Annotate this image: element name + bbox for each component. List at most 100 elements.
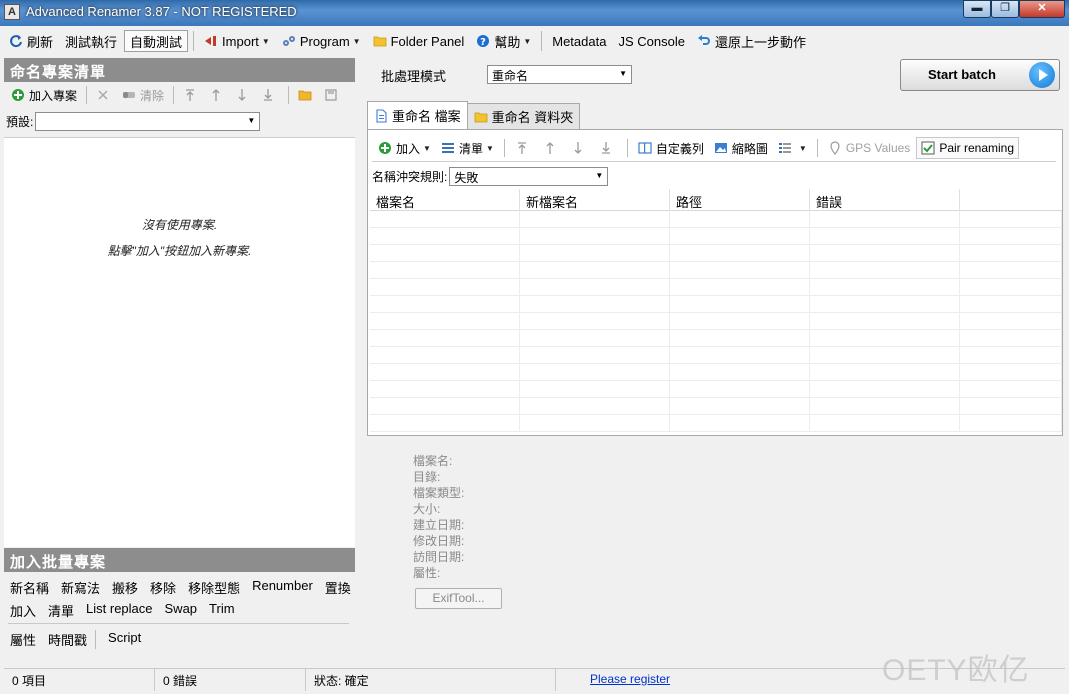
grid-header: 檔案名 新檔案名 路徑 錯誤: [370, 189, 1062, 211]
column-filename[interactable]: 檔案名: [370, 189, 520, 211]
method-renumber[interactable]: Renumber: [252, 578, 313, 597]
close-button[interactable]: ✕: [1019, 0, 1065, 18]
table-cell: [810, 330, 960, 346]
method-add[interactable]: 加入: [10, 601, 36, 620]
move-bottom-button[interactable]: [258, 88, 282, 102]
file-move-up-button[interactable]: [539, 137, 565, 159]
refresh-icon: [10, 35, 22, 48]
method-replace[interactable]: 置換: [325, 578, 351, 597]
move-down-button[interactable]: [232, 88, 256, 102]
toolbar-divider: [86, 86, 88, 104]
register-link[interactable]: Please register: [590, 672, 670, 686]
prop-filetype: 檔案類型:: [413, 486, 465, 500]
exiftool-button[interactable]: ExifTool...: [415, 588, 502, 609]
view-options-menu[interactable]: ▼: [774, 137, 811, 159]
file-grid[interactable]: 檔案名 新檔案名 路徑 錯誤: [370, 189, 1062, 435]
empty-message-line2: 點擊"加入"按鈕加入新專案.: [107, 244, 252, 258]
column-path[interactable]: 路徑: [670, 189, 810, 211]
method-swap[interactable]: Swap: [165, 601, 198, 620]
column-error[interactable]: 錯誤: [810, 189, 960, 211]
method-row-1: 新名稱 新寫法 搬移 移除 移除型態 Renumber 置換: [10, 578, 351, 597]
list-icon: [441, 143, 454, 153]
table-row: [370, 398, 1062, 415]
table-cell: [520, 364, 670, 380]
delete-project-button[interactable]: [93, 88, 117, 102]
prop-filename: 檔案名:: [413, 454, 453, 468]
move-up-button[interactable]: [206, 88, 230, 102]
method-trim[interactable]: Trim: [209, 601, 235, 620]
table-cell: [960, 245, 1062, 261]
gps-values-button[interactable]: GPS Values: [824, 137, 914, 159]
move-top-button[interactable]: [180, 88, 204, 102]
table-cell: [670, 347, 810, 363]
js-console-button[interactable]: JS Console: [613, 30, 689, 52]
method-remove[interactable]: 移除: [150, 578, 176, 597]
preset-select[interactable]: [35, 111, 261, 131]
toolbar-divider: [816, 139, 818, 157]
project-list-header: 命名專案清單: [4, 58, 355, 82]
method-divider: [8, 623, 349, 624]
maximize-button[interactable]: ❐: [991, 0, 1019, 18]
method-list[interactable]: 清單: [48, 601, 74, 620]
start-batch-label: Start batch: [928, 67, 996, 82]
add-project-button[interactable]: 加入專案: [8, 87, 80, 104]
tab-rename-files[interactable]: 重命名 檔案: [367, 101, 468, 129]
conflict-rule-select[interactable]: 失敗: [449, 167, 609, 186]
table-cell: [810, 296, 960, 312]
table-cell: [370, 296, 520, 312]
table-row: [370, 347, 1062, 364]
method-move[interactable]: 搬移: [112, 578, 138, 597]
refresh-button[interactable]: 刷新: [4, 30, 58, 52]
watermark: OETY欧亿: [882, 654, 1030, 687]
tab-rename-folders[interactable]: 重命名 資料夾: [466, 103, 581, 129]
import-menu[interactable]: Import ▼: [199, 30, 275, 52]
toolbar-divider: [372, 161, 1056, 162]
table-cell: [520, 381, 670, 397]
import-label: Import: [222, 33, 259, 49]
method-new-name[interactable]: 新名稱: [10, 578, 49, 597]
open-preset-button[interactable]: [295, 88, 319, 102]
method-new-case[interactable]: 新寫法: [61, 578, 100, 597]
svg-text:?: ?: [480, 37, 486, 48]
empty-message-line1: 沒有使用專案.: [141, 218, 218, 232]
file-move-top-button[interactable]: [511, 137, 537, 159]
column-new-filename[interactable]: 新檔案名: [520, 189, 670, 211]
file-move-down-button[interactable]: [567, 137, 593, 159]
method-script[interactable]: Script: [108, 630, 141, 649]
add-batch-header: 加入批量專案: [4, 548, 355, 572]
thumbnails-button[interactable]: 縮略圖: [710, 137, 772, 159]
auto-test-toggle[interactable]: 自動測試: [124, 30, 189, 52]
clear-projects-button[interactable]: 清除: [119, 87, 167, 104]
method-remove-pattern[interactable]: 移除型態: [188, 578, 240, 597]
table-cell: [520, 398, 670, 414]
undo-button[interactable]: 還原上一步動作: [692, 30, 811, 52]
prop-created: 建立日期:: [413, 518, 465, 532]
table-cell: [810, 279, 960, 295]
table-cell: [670, 364, 810, 380]
list-menu[interactable]: 清單 ▼: [437, 137, 498, 159]
help-menu[interactable]: ? 幫助 ▼: [471, 30, 536, 52]
method-attributes[interactable]: 屬性: [10, 630, 36, 649]
table-cell: [670, 279, 810, 295]
refresh-label: 刷新: [27, 34, 54, 50]
project-list[interactable]: 沒有使用專案. 點擊"加入"按鈕加入新專案.: [4, 137, 355, 547]
save-icon: [325, 89, 337, 101]
method-list-replace[interactable]: List replace: [86, 601, 152, 620]
js-console-label: JS Console: [618, 33, 685, 49]
add-files-menu[interactable]: 加入 ▼: [374, 137, 435, 159]
custom-columns-button[interactable]: 自定義列: [634, 137, 708, 159]
program-menu[interactable]: Program ▼: [277, 30, 366, 52]
metadata-button[interactable]: Metadata: [547, 30, 611, 52]
batch-mode-select[interactable]: 重命名: [487, 65, 632, 84]
chevron-down-icon: ▼: [423, 143, 431, 153]
minimize-button[interactable]: ▬: [963, 0, 991, 18]
file-move-bottom-button[interactable]: [595, 137, 621, 159]
table-cell: [810, 381, 960, 397]
folder-panel-button[interactable]: Folder Panel: [368, 30, 470, 52]
pair-renaming-toggle[interactable]: Pair renaming: [916, 137, 1020, 159]
method-timestamp[interactable]: 時間戳: [48, 630, 97, 649]
start-batch-button[interactable]: Start batch: [900, 59, 1060, 91]
table-cell: [960, 228, 1062, 244]
save-preset-button[interactable]: [321, 88, 345, 102]
test-run-button[interactable]: 測試執行: [60, 30, 122, 52]
